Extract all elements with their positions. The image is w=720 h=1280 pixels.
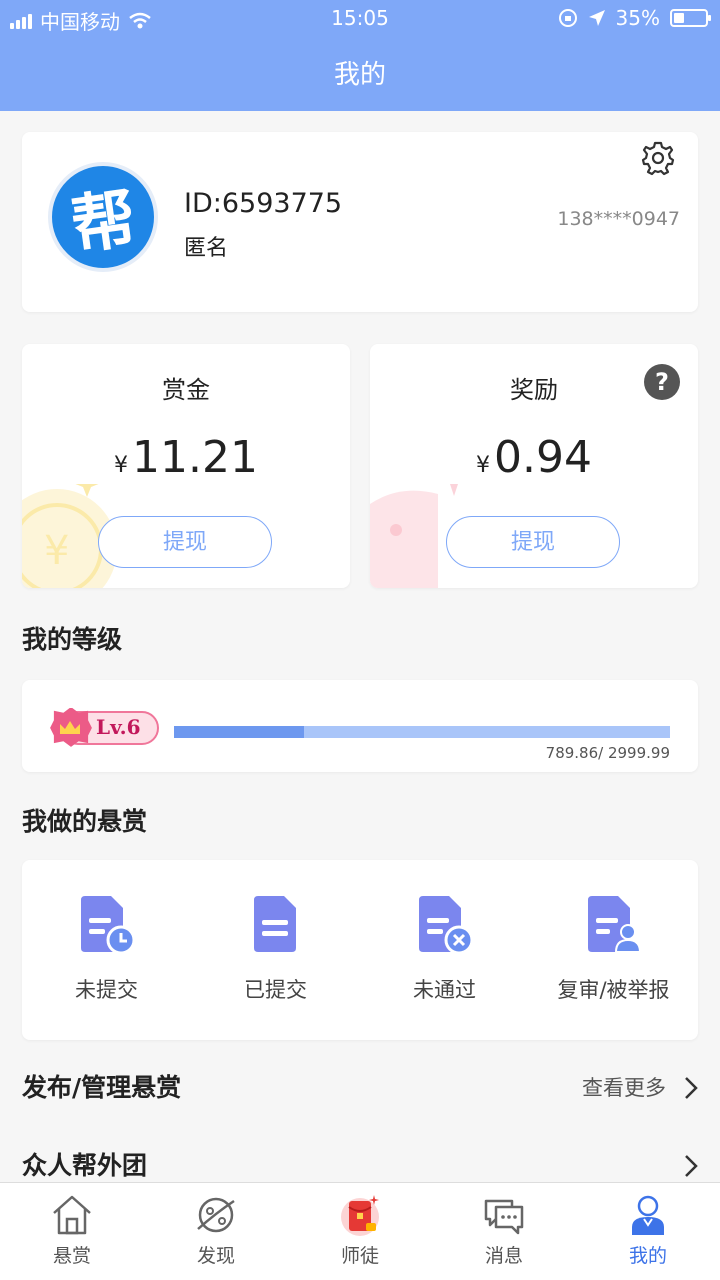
chat-icon xyxy=(484,1199,524,1235)
profile-card[interactable]: 帮 ID:6593775 匿名 138****0947 xyxy=(22,132,698,312)
reward-card: 奖励 ? ¥0.94 提现 xyxy=(370,344,698,588)
user-name: 匿名 xyxy=(184,236,229,261)
reward-withdraw-button[interactable]: 提现 xyxy=(446,516,620,568)
bounty-title: 赏金 xyxy=(162,376,210,404)
task-unsubmitted[interactable]: 未提交 xyxy=(22,896,191,1004)
bounty-amount: ¥11.21 xyxy=(22,432,350,483)
gear-icon[interactable] xyxy=(640,140,676,176)
task-submitted[interactable]: 已提交 xyxy=(191,896,360,1004)
outsource-team-row[interactable]: 众人帮外团 xyxy=(0,1146,720,1186)
view-more-link[interactable]: 查看更多 xyxy=(582,1072,666,1102)
battery-percent: 35% xyxy=(615,6,660,30)
level-section-title: 我的等级 xyxy=(22,625,123,654)
user-phone: 138****0947 xyxy=(557,208,680,230)
location-icon xyxy=(588,10,605,26)
orientation-lock-icon xyxy=(558,9,577,27)
doc-x-icon xyxy=(418,896,473,955)
bottom-tab-bar: 悬赏 发现 师徒 消息 我的 xyxy=(0,1182,720,1280)
tab-mentor[interactable]: 师徒 xyxy=(288,1193,432,1268)
task-review-reported[interactable]: 复审/被举报 xyxy=(529,896,698,1004)
level-progress-bar xyxy=(174,726,670,738)
doc-icon xyxy=(253,896,296,952)
tasks-section-title: 我做的悬赏 xyxy=(22,807,148,836)
tab-discover[interactable]: 发现 xyxy=(144,1193,288,1268)
chevron-right-icon xyxy=(685,1077,698,1099)
bounty-withdraw-button[interactable]: 提现 xyxy=(98,516,272,568)
bounty-currency: ¥ xyxy=(114,453,129,478)
user-icon xyxy=(632,1195,664,1235)
app-header: 中国移动 15:05 35% 我的 xyxy=(0,0,720,111)
tab-mine[interactable]: 我的 xyxy=(576,1193,720,1268)
user-id: ID:6593775 xyxy=(184,188,343,219)
bounty-card: ¥ 赏金 ¥11.21 提现 xyxy=(22,344,350,588)
tasks-card: 未提交 已提交 未通过 复审/被举报 xyxy=(22,860,698,1040)
tab-messages[interactable]: 消息 xyxy=(432,1193,576,1268)
level-card[interactable]: Lv.6 789.86/ 2999.99 xyxy=(22,680,698,772)
doc-clock-icon xyxy=(80,896,135,955)
page-title: 我的 xyxy=(333,60,386,90)
status-bar: 中国移动 15:05 35% xyxy=(0,0,720,36)
doc-user-icon xyxy=(587,896,641,953)
outsource-team-title: 众人帮外团 xyxy=(22,1151,148,1180)
help-icon[interactable]: ? xyxy=(644,364,680,400)
battery-icon xyxy=(670,9,711,27)
task-rejected[interactable]: 未通过 xyxy=(360,896,529,1004)
planet-icon xyxy=(197,1197,235,1233)
level-progress-text: 789.86/ 2999.99 xyxy=(545,744,670,762)
svg-text:¥: ¥ xyxy=(44,528,69,574)
level-progress-fill xyxy=(174,726,305,738)
red-envelope-icon xyxy=(341,1195,379,1236)
reward-currency: ¥ xyxy=(476,453,491,478)
publish-manage-row[interactable]: 发布/管理悬赏 查看更多 xyxy=(0,1068,720,1108)
tab-bounty[interactable]: 悬赏 xyxy=(0,1193,144,1268)
bounty-value: 11.21 xyxy=(132,432,258,483)
level-badge-label: Lv.6 xyxy=(96,715,141,739)
avatar[interactable]: 帮 xyxy=(48,162,158,272)
reward-amount: ¥0.94 xyxy=(370,432,698,483)
reward-value: 0.94 xyxy=(494,432,592,483)
home-icon xyxy=(53,1195,91,1235)
publish-manage-title: 发布/管理悬赏 xyxy=(22,1073,182,1102)
chevron-right-icon xyxy=(685,1155,698,1177)
